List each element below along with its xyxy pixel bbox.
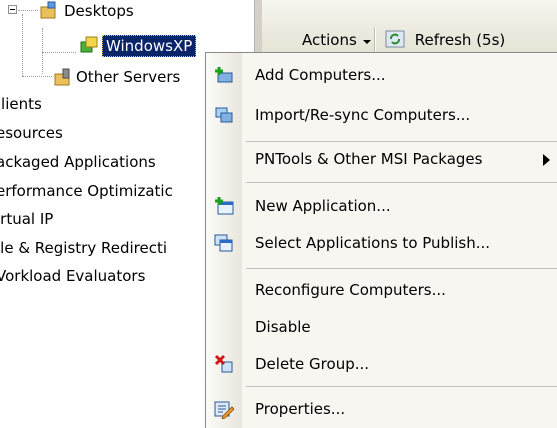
tree-item-file-registry-redirection[interactable]: ile & Registry Redirecti <box>0 237 167 259</box>
menu-item-label: New Application... <box>255 197 391 215</box>
tree-label: irtual IP <box>0 210 54 228</box>
menu-separator <box>246 268 557 269</box>
menu-item-label: Select Applications to Publish... <box>255 234 491 252</box>
menu-item-label: Add Computers... <box>255 66 386 84</box>
menu-item-label: PNTools & Other MSI Packages <box>255 150 483 168</box>
tree-item-packaged-applications[interactable]: ackaged Applications <box>0 151 156 173</box>
menu-item-label: Disable <box>255 318 311 336</box>
menu-item-reconfigure-computers[interactable]: Reconfigure Computers... <box>206 274 557 306</box>
tree-label: :lients <box>0 95 42 113</box>
menu-item-label: Properties... <box>255 400 346 418</box>
menu-item-add-computers[interactable]: Add Computers... <box>206 59 557 91</box>
refresh-label: Refresh (5s) <box>414 31 506 49</box>
menu-separator <box>246 141 557 142</box>
other-servers-icon <box>54 68 70 86</box>
tree-label: WindowsXP <box>102 35 197 57</box>
tree-item-virtual-ip[interactable]: irtual IP <box>0 208 53 230</box>
menu-item-label: Delete Group... <box>255 355 370 373</box>
tree-label: erformance Optimizatic <box>0 182 173 200</box>
tree-label: esources <box>0 124 63 142</box>
actions-menu-button[interactable]: Actions <box>302 25 371 55</box>
tree-label: Desktops <box>64 2 134 20</box>
tree-label: Vorkload Evaluators <box>0 267 146 285</box>
tree-label: ackaged Applications <box>0 153 156 171</box>
menu-item-new-application[interactable]: New Application... <box>206 190 557 222</box>
menu-separator <box>246 386 557 387</box>
desktops-group-icon <box>40 1 56 19</box>
add-computer-icon <box>215 67 233 83</box>
tree-label: ile & Registry Redirecti <box>0 239 167 257</box>
menu-item-label: Import/Re-sync Computers... <box>255 106 471 124</box>
menu-item-properties[interactable]: Properties... <box>206 393 557 425</box>
menu-separator <box>246 182 557 183</box>
delete-group-icon <box>214 354 233 373</box>
toolbar-separator <box>374 27 376 53</box>
tree-item-resources[interactable]: esources <box>0 122 63 144</box>
actions-label: Actions <box>302 31 357 49</box>
new-application-icon <box>215 197 234 215</box>
refresh-button[interactable]: Refresh (5s) <box>384 25 505 55</box>
properties-icon <box>214 401 234 419</box>
submenu-arrow-icon <box>543 154 550 166</box>
refresh-icon <box>385 30 405 48</box>
menu-item-label: Reconfigure Computers... <box>255 281 446 299</box>
tree-label: Other Servers <box>76 68 181 86</box>
dropdown-arrow-icon <box>362 40 371 44</box>
tree-item-clients[interactable]: :lients <box>0 93 42 115</box>
menu-item-delete-group[interactable]: Delete Group... <box>206 348 557 380</box>
import-computers-icon <box>215 107 233 123</box>
select-applications-icon <box>214 234 233 252</box>
menu-item-select-applications-to-publish[interactable]: Select Applications to Publish... <box>206 227 557 259</box>
context-menu: Add Computers... Import/Re-sync Computer… <box>205 52 557 428</box>
tree-item-performance-optimization[interactable]: erformance Optimizatic <box>0 180 173 202</box>
menu-item-import-resync-computers[interactable]: Import/Re-sync Computers... <box>206 99 557 131</box>
tree-item-desktops[interactable]: Desktops <box>0 0 250 22</box>
tree-item-workload-evaluators[interactable]: Vorkload Evaluators <box>0 265 145 287</box>
windowsxp-group-icon <box>80 36 98 53</box>
menu-item-pntools-msi-packages[interactable]: PNTools & Other MSI Packages <box>206 143 557 175</box>
menu-item-disable[interactable]: Disable <box>206 311 557 343</box>
collapse-icon[interactable] <box>8 5 17 14</box>
